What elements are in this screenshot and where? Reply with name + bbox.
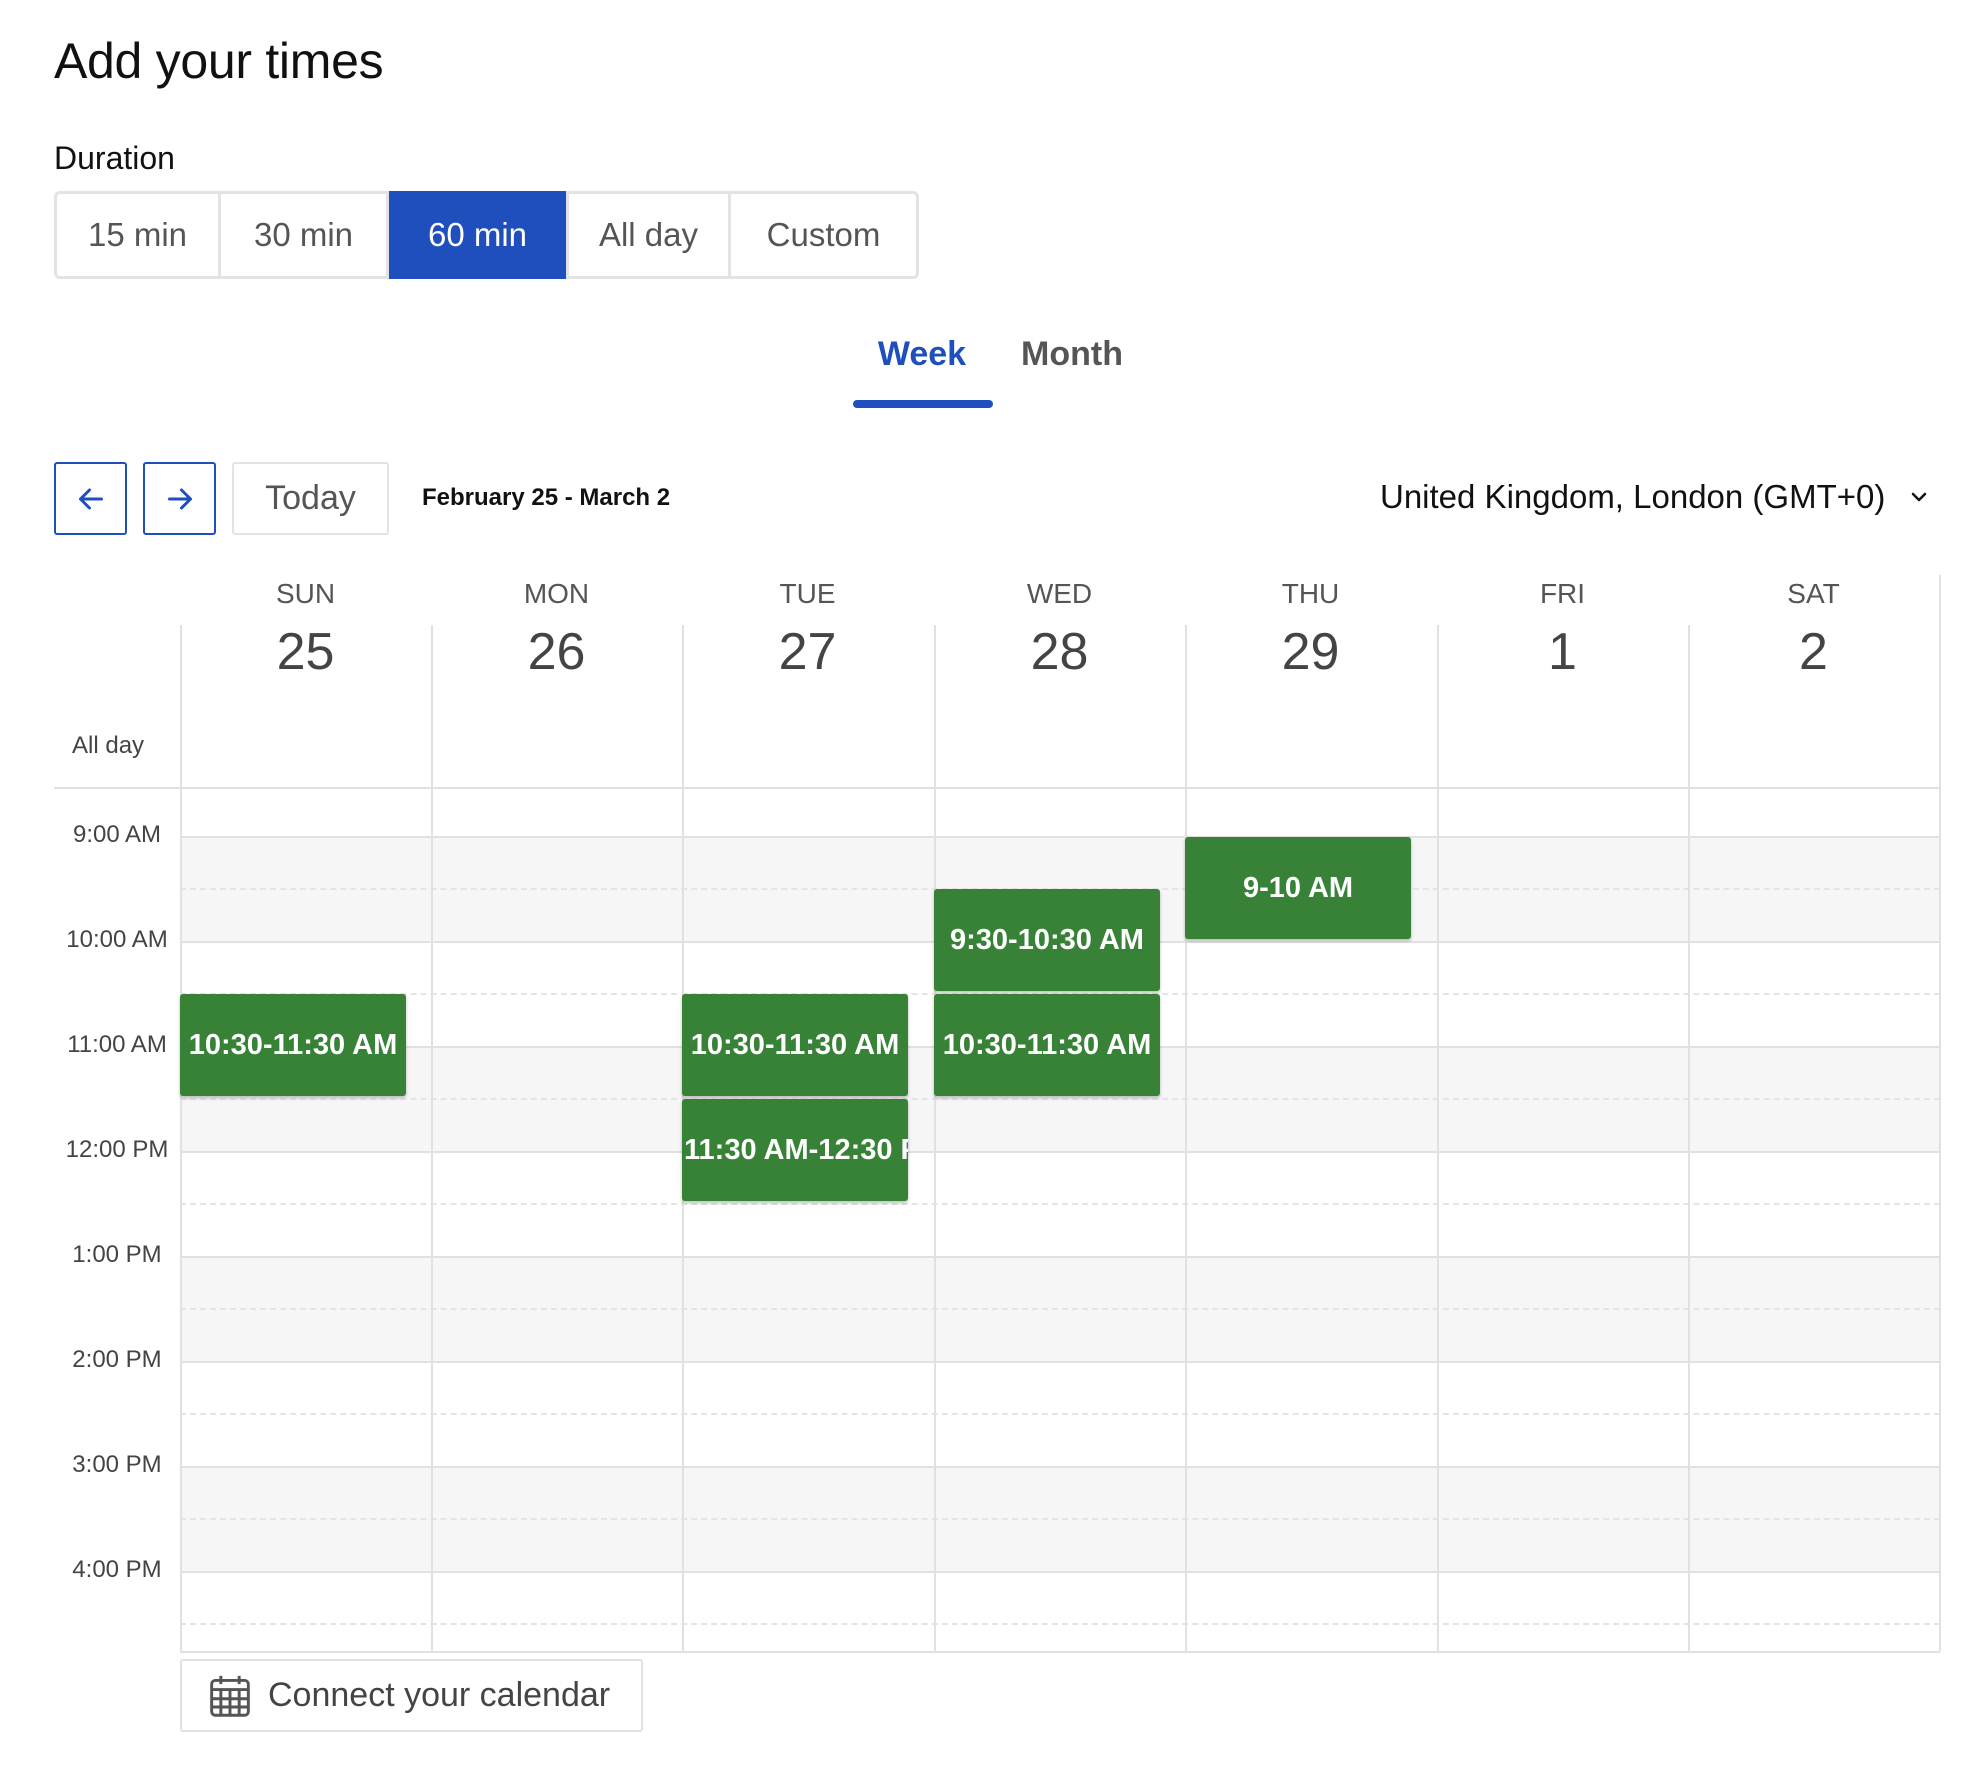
day-number-sat: 2: [1799, 623, 1828, 681]
previous-week-button[interactable]: [54, 462, 127, 535]
active-tab-indicator: [853, 400, 993, 408]
duration-custom-button[interactable]: Custom: [731, 194, 916, 276]
day-number-fri: 1: [1548, 623, 1577, 681]
half-hour-line: [180, 1518, 1940, 1520]
timezone-label: United Kingdom, London (GMT+0): [1380, 478, 1886, 515]
connect-calendar-label: Connect your calendar: [268, 1676, 611, 1714]
day-header-mon: MON: [523, 578, 590, 609]
day-header-sat: SAT: [1787, 578, 1840, 609]
day-number-mon: 26: [527, 623, 586, 681]
hour-line: [180, 1571, 1940, 1573]
day-column-divider: [934, 625, 936, 1651]
time-slot-event[interactable]: 11:30 AM-12:30 PM: [682, 1099, 908, 1201]
hour-line: [180, 1256, 1940, 1258]
all-day-label: All day: [72, 732, 145, 759]
tab-month[interactable]: Month: [992, 335, 1152, 374]
duration-selector: 15 min 30 min 60 min All day Custom: [54, 191, 919, 279]
calendar-icon: [210, 1675, 250, 1717]
day-number-thu: 29: [1281, 623, 1340, 681]
duration-60-button[interactable]: 60 min: [389, 191, 569, 279]
time-label: 9:00 AM: [72, 821, 162, 848]
half-hour-line: [180, 1413, 1940, 1415]
duration-15-button[interactable]: 15 min: [57, 194, 221, 276]
grid-bottom-line: [180, 1651, 1940, 1653]
all-day-divider: [54, 787, 1940, 789]
day-column-divider: [1939, 575, 1941, 1651]
half-hour-line: [180, 1098, 1940, 1100]
chevron-down-icon: [1912, 492, 1927, 502]
hour-line: [180, 1151, 1940, 1153]
time-slot-event[interactable]: 9-10 AM: [1185, 837, 1411, 939]
day-column-divider: [431, 625, 433, 1651]
time-label: 1:00 PM: [72, 1241, 162, 1268]
view-tabs: Week Month: [852, 335, 1152, 374]
day-header-sun: SUN: [275, 578, 336, 609]
duration-all-day-button[interactable]: All day: [569, 194, 731, 276]
hour-line: [180, 836, 1940, 838]
time-label: 12:00 PM: [65, 1136, 169, 1163]
day-header-tue: TUE: [779, 578, 836, 609]
today-button[interactable]: Today: [232, 462, 389, 535]
time-slot-event[interactable]: 10:30-11:30 AM: [934, 994, 1160, 1096]
timezone-select[interactable]: United Kingdom, London (GMT+0): [1380, 478, 1931, 516]
time-label: 2:00 PM: [72, 1346, 162, 1373]
arrow-right-icon: [167, 488, 192, 509]
arrow-left-icon: [78, 488, 103, 509]
tab-week[interactable]: Week: [852, 335, 992, 374]
next-week-button[interactable]: [143, 462, 216, 535]
half-hour-line: [180, 1203, 1940, 1205]
page-title: Add your times: [54, 33, 384, 89]
day-column-divider: [180, 625, 182, 1651]
duration-30-button[interactable]: 30 min: [221, 194, 389, 276]
connect-calendar-button[interactable]: Connect your calendar: [180, 1659, 643, 1732]
day-column-divider: [1688, 625, 1690, 1651]
day-number-sun: 25: [276, 623, 335, 681]
hour-line: [180, 1361, 1940, 1363]
day-column-divider: [1185, 625, 1187, 1651]
day-header-thu: THU: [1281, 578, 1340, 609]
time-slot-event[interactable]: 10:30-11:30 AM: [180, 994, 406, 1096]
time-label: 4:00 PM: [72, 1556, 162, 1583]
time-label: 11:00 AM: [67, 1031, 167, 1058]
half-hour-line: [180, 1308, 1940, 1310]
day-header-fri: FRI: [1539, 578, 1586, 609]
time-label: 10:00 AM: [66, 926, 168, 953]
day-number-wed: 28: [1030, 623, 1089, 681]
hour-line: [180, 1466, 1940, 1468]
day-number-tue: 27: [778, 623, 837, 681]
date-range: February 25 - March 2: [422, 484, 671, 511]
time-label: 3:00 PM: [72, 1451, 162, 1478]
half-hour-line: [180, 1623, 1940, 1625]
time-slot-event[interactable]: 9:30-10:30 AM: [934, 889, 1160, 991]
duration-label: Duration: [54, 140, 175, 176]
time-slot-event[interactable]: 10:30-11:30 AM: [682, 994, 908, 1096]
day-header-wed: WED: [1026, 578, 1093, 609]
day-column-divider: [1437, 625, 1439, 1651]
